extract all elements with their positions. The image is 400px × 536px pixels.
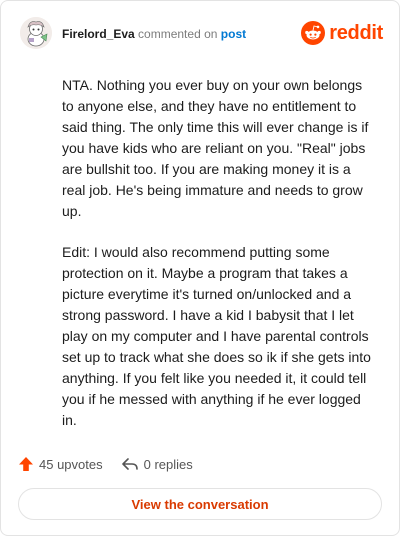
username[interactable]: Firelord_Eva <box>62 27 135 41</box>
brand-wordmark: reddit <box>329 21 383 44</box>
avatar[interactable] <box>20 17 52 49</box>
comment-meta: Firelord_Eva commented on post <box>62 27 246 41</box>
action-text: commented on <box>138 27 218 41</box>
comment-header: Firelord_Eva commented on post reddit <box>20 17 383 51</box>
post-link[interactable]: post <box>221 27 246 41</box>
comment-footer: 45 upvotes 0 replies <box>18 453 193 475</box>
reply-arrow-icon <box>121 458 138 470</box>
comment-card: Firelord_Eva commented on post reddit NT… <box>0 0 400 536</box>
comment-paragraph: NTA. Nothing you ever buy on your own be… <box>62 77 369 219</box>
comment-body: NTA. Nothing you ever buy on your own be… <box>62 75 372 451</box>
reply-count: 0 replies <box>143 456 193 472</box>
comment-paragraph: Edit: I would also recommend putting som… <box>62 244 371 428</box>
upvote-arrow-icon <box>19 457 33 471</box>
reddit-logo-icon <box>301 21 326 45</box>
reddit-brand[interactable]: reddit <box>301 21 383 45</box>
upvote-stat[interactable]: 45 upvotes <box>18 456 103 472</box>
reply-stat[interactable]: 0 replies <box>121 456 193 472</box>
upvote-count: 45 upvotes <box>39 456 103 472</box>
view-conversation-button[interactable]: View the conversation <box>18 488 382 520</box>
